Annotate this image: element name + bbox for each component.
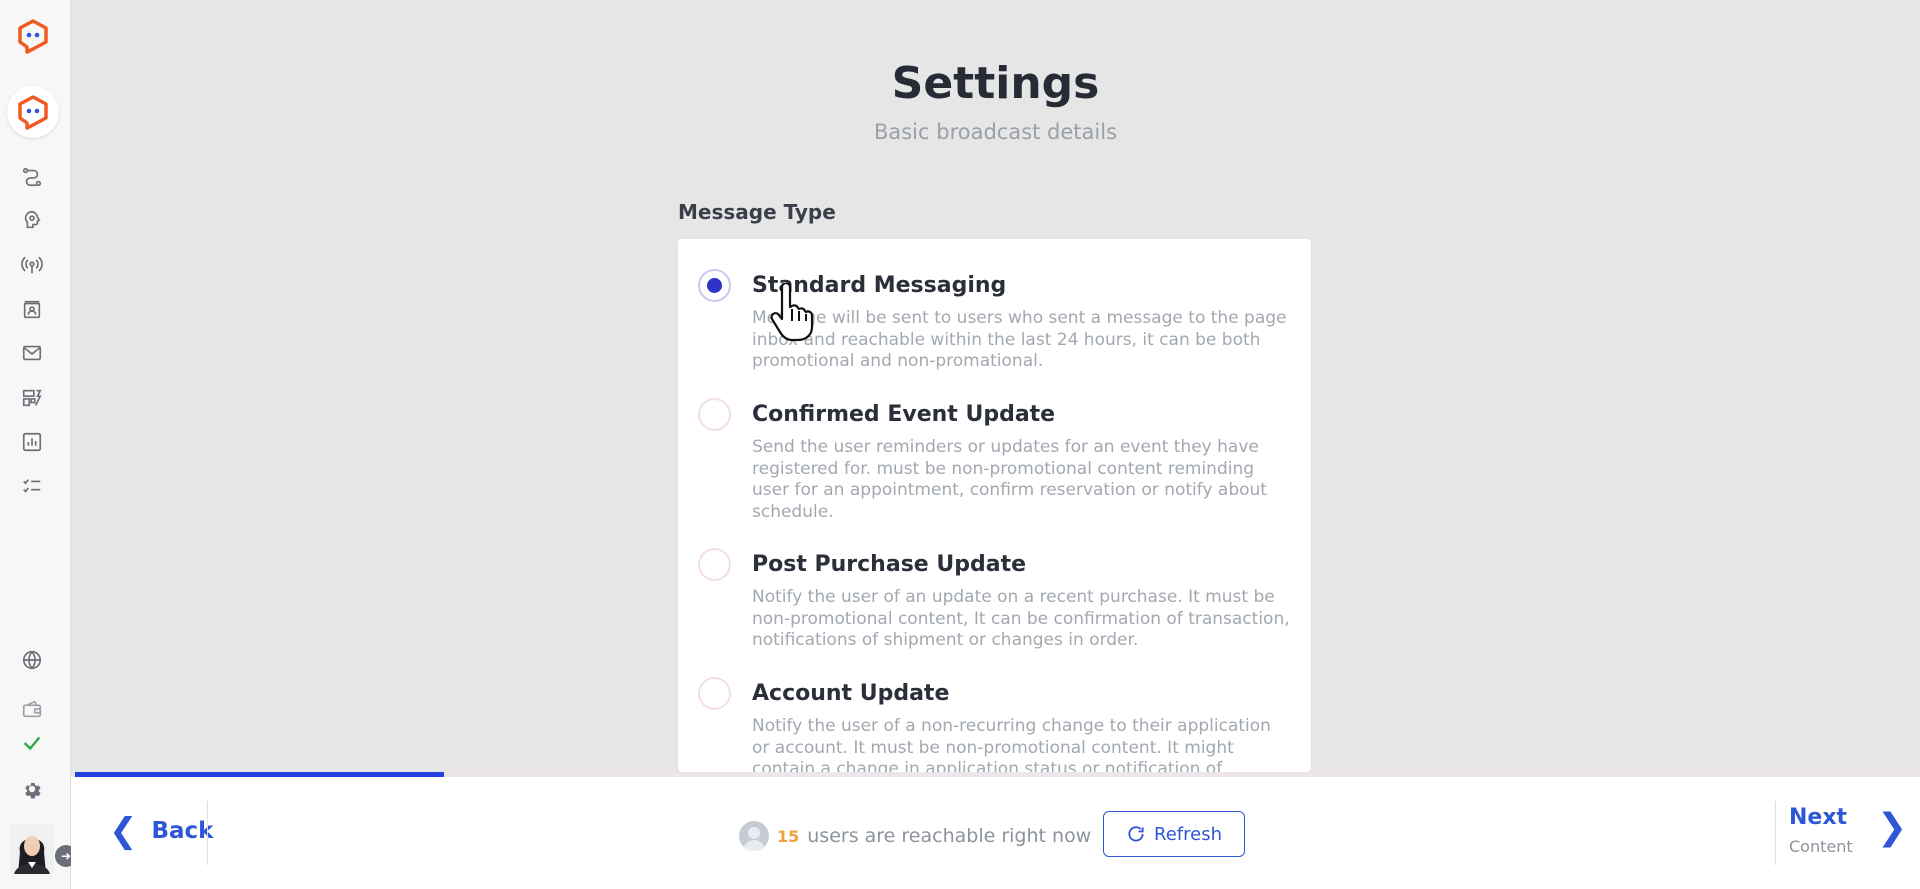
reachable-count: 15 <box>777 826 800 846</box>
radio-account-update[interactable] <box>698 677 731 710</box>
wizard-footer: ❮ Back 15 users are reachable right now … <box>71 777 1920 889</box>
flow-icon[interactable] <box>20 165 44 189</box>
chevron-left-icon: ❮ <box>109 811 138 851</box>
refresh-label: Refresh <box>1154 823 1222 845</box>
option-description: Send the user reminders or updates for a… <box>752 437 1267 522</box>
option-confirmed-event-update[interactable]: Confirmed Event Update Send the user rem… <box>678 398 1311 528</box>
user-placeholder-icon <box>739 821 769 851</box>
bot-avatar-icon[interactable] <box>7 86 59 138</box>
radio-post-purchase-update[interactable] <box>698 548 731 581</box>
chevron-right-icon: ❯ <box>1877 807 1908 848</box>
next-step-label: Content <box>1789 837 1853 856</box>
sidebar: ➜ <box>0 0 77 889</box>
brand-logo-icon[interactable] <box>15 18 51 54</box>
footer-divider <box>207 801 208 865</box>
message-type-card: Standard Messaging Message will be sent … <box>678 239 1311 772</box>
gear-icon[interactable] <box>20 777 44 801</box>
globe-icon[interactable] <box>20 648 44 672</box>
user-avatar[interactable] <box>10 824 54 874</box>
next-label: Next <box>1789 805 1848 830</box>
footer-divider <box>1775 801 1776 865</box>
option-title: Standard Messaging <box>752 273 1007 298</box>
option-title: Confirmed Event Update <box>752 402 1056 427</box>
radio-standard-messaging[interactable] <box>698 269 731 302</box>
ai-brain-icon[interactable] <box>20 208 44 232</box>
option-description: Notify the user of an update on a recent… <box>752 587 1290 650</box>
refresh-icon <box>1128 826 1144 842</box>
page-title: Settings <box>891 58 1100 109</box>
main-content: Settings Basic broadcast details Message… <box>71 0 1920 772</box>
page-subtitle: Basic broadcast details <box>873 120 1118 144</box>
back-label: Back <box>151 818 214 844</box>
option-title: Account Update <box>752 681 950 706</box>
back-button[interactable]: ❮ Back <box>109 809 213 853</box>
wallet-icon[interactable] <box>20 697 44 721</box>
option-standard-messaging[interactable]: Standard Messaging Message will be sent … <box>678 269 1311 379</box>
contacts-icon[interactable] <box>20 298 44 322</box>
broadcast-icon[interactable] <box>20 253 44 277</box>
refresh-button[interactable]: Refresh <box>1103 811 1245 857</box>
reachable-text: users are reachable right now <box>807 825 1092 847</box>
radio-confirmed-event-update[interactable] <box>698 398 731 431</box>
widgets-icon[interactable] <box>20 386 44 410</box>
checklist-icon[interactable] <box>20 474 44 498</box>
analytics-icon[interactable] <box>20 430 44 454</box>
option-title: Post Purchase Update <box>752 552 1027 577</box>
option-post-purchase-update[interactable]: Post Purchase Update Notify the user of … <box>678 548 1311 658</box>
next-button[interactable]: Next Content ❯ <box>1789 803 1909 863</box>
mail-icon[interactable] <box>20 341 44 365</box>
message-type-label: Message Type <box>678 200 836 224</box>
option-account-update[interactable]: Account Update Notify the user of a non-… <box>678 677 1311 772</box>
check-icon[interactable] <box>20 731 44 755</box>
option-description: Notify the user of a non-recurring chang… <box>752 716 1271 772</box>
option-description: Message will be sent to users who sent a… <box>752 308 1287 371</box>
reachable-users-status: 15 users are reachable right now <box>739 821 1091 851</box>
